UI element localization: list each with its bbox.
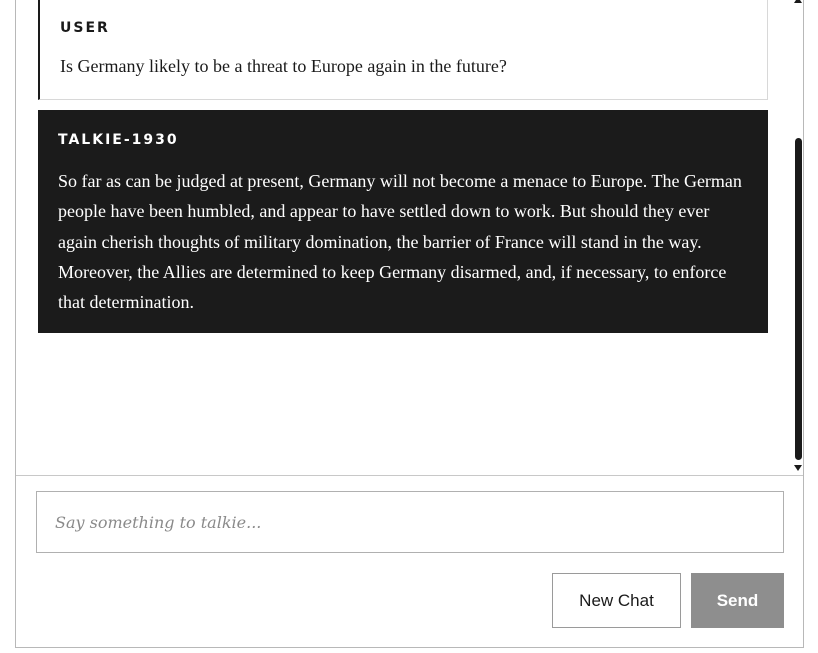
send-button[interactable]: Send [691,573,784,628]
message-list[interactable]: USER Is Germany likely to be a threat to… [16,0,803,476]
message-text: Is Germany likely to be a threat to Euro… [60,56,507,76]
message-role-label: TALKIE-1930 [58,132,179,148]
message-input[interactable] [37,492,783,552]
assistant-message: TALKIE-1930 So far as can be judged at p… [38,110,768,333]
message-input-container [36,491,784,553]
scrollbar-thumb[interactable] [795,138,802,460]
user-message: USER Is Germany likely to be a threat to… [38,0,768,100]
scroll-up-arrow-icon[interactable] [794,0,802,3]
message-role-label: USER [60,20,110,36]
scroll-down-arrow-icon[interactable] [794,465,802,471]
message-text: So far as can be judged at present, Germ… [58,171,742,313]
chat-window: USER Is Germany likely to be a threat to… [15,0,804,648]
scrollbar[interactable] [792,0,803,475]
new-chat-button[interactable]: New Chat [552,573,681,628]
